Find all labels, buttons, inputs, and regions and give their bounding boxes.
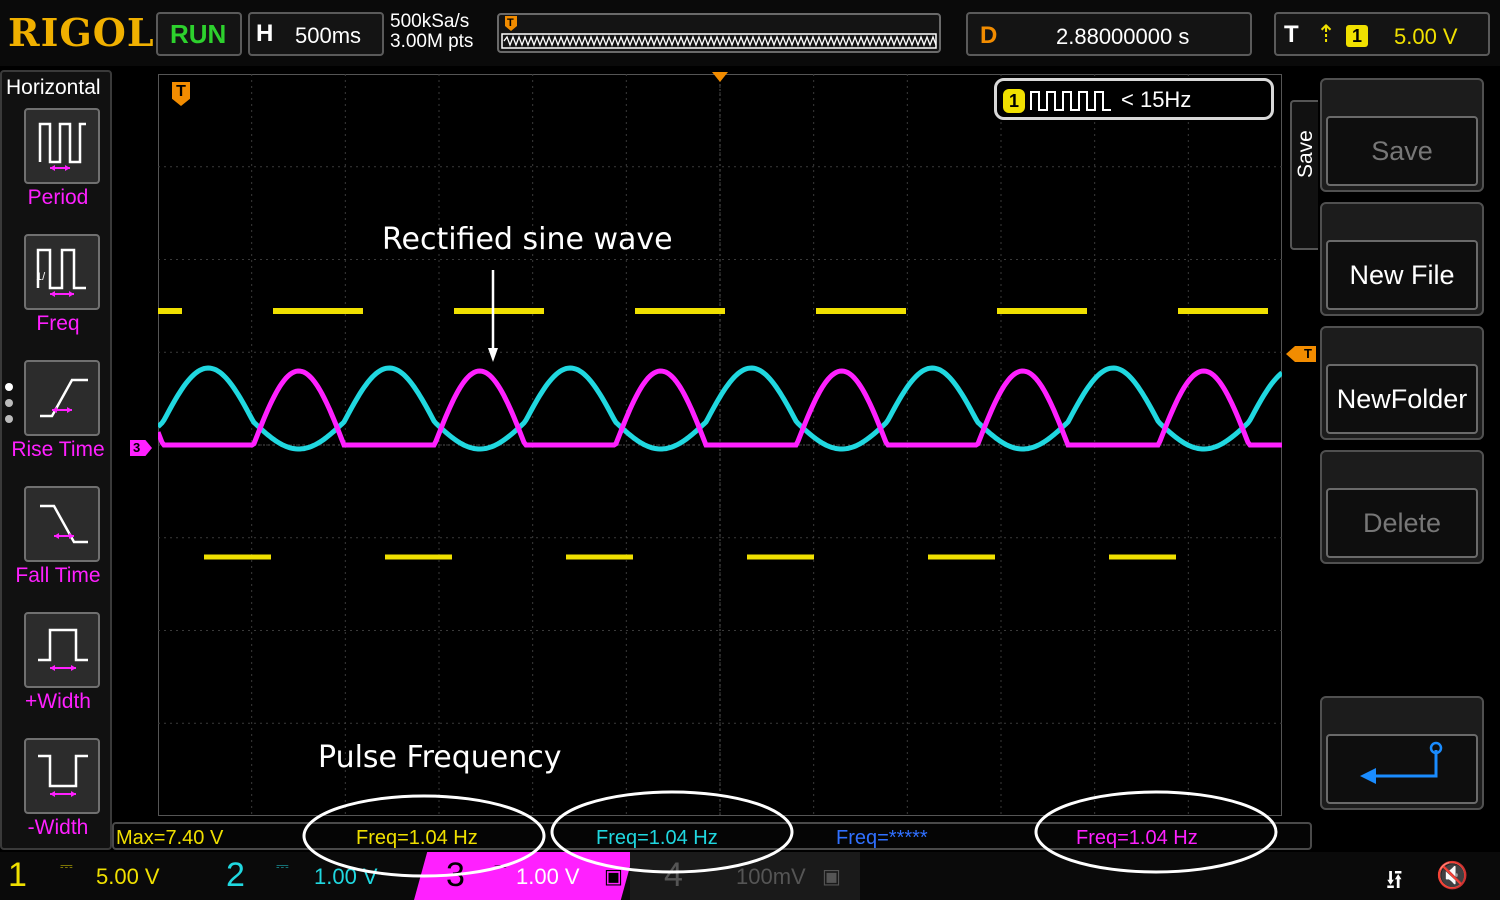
measure-freq[interactable]: 1/ Freq [2, 234, 114, 354]
ch3-label[interactable]: 3 [446, 856, 465, 895]
trigger-display[interactable]: T ⇡ 1 5.00 V [1274, 12, 1490, 56]
memory-overview: T [497, 13, 941, 53]
horizontal-timebase[interactable]: H 500ms [248, 12, 384, 56]
dc-coupling-icon: ⎓ [494, 858, 507, 875]
trigger-frequency-box: 1 < 15Hz [994, 78, 1274, 120]
measure-max-ch1: Max=7.40 V [116, 827, 224, 849]
memory-depth: 3.00M pts [390, 31, 474, 52]
acquisition-info: 500kSa/s 3.00M pts [390, 12, 473, 52]
bandwidth-limit-icon: ▣ [604, 866, 623, 888]
delay-display[interactable]: D 2.88000000 s [966, 12, 1252, 56]
trigger-channel-badge: 1 [1003, 89, 1025, 113]
ch1-label[interactable]: 1 [8, 856, 27, 895]
pulse-train-icon [1030, 91, 1111, 111]
measure-freq-ch2: Freq=1.04 Hz [596, 827, 718, 849]
measure-neg-width[interactable]: -Width [2, 738, 114, 858]
annotation-rectified-sine: Rectified sine wave [382, 222, 673, 257]
horizontal-measure-panel: Horizontal Period 1/ Freq Rise Time Fall… [0, 70, 112, 850]
back-button[interactable] [1320, 696, 1484, 810]
ch3-ground-marker[interactable]: 3 [130, 440, 152, 456]
measure-fall-time[interactable]: Fall Time [2, 486, 114, 606]
new-folder-button[interactable]: NewFolder [1320, 326, 1484, 440]
annotation-arrow [488, 270, 498, 362]
waveform-display[interactable] [158, 74, 1282, 816]
return-arrow-icon [1360, 741, 1443, 784]
panel-title: Horizontal [6, 76, 101, 99]
timebase-value: 500ms [295, 23, 362, 48]
trigger-level: 5.00 V [1394, 24, 1458, 49]
graticule [158, 74, 1282, 816]
ch1-scale[interactable]: 5.00 V [96, 864, 160, 890]
ch3-trace [158, 368, 1282, 448]
horizontal-label: H [256, 20, 274, 47]
measure-freq-ch3: Freq=1.04 Hz [1076, 827, 1198, 849]
svg-text:1/: 1/ [36, 271, 46, 283]
pos-width-icon [24, 612, 100, 688]
save-menu: Save Save New File NewFolder Delete [1290, 70, 1500, 850]
trigger-center-marker [712, 72, 728, 82]
period-icon [24, 108, 100, 184]
trigger-label: T [1284, 21, 1299, 48]
bandwidth-limit-icon: ▣ [822, 866, 841, 888]
delay-value: 2.88000000 s [1056, 24, 1190, 49]
ch3-scale[interactable]: 1.00 V [516, 864, 580, 890]
status-bar: RIGOL RUN H 500ms 500kSa/s 3.00M pts T D… [0, 0, 1500, 66]
speaker-muted-icon[interactable]: 🔇 [1436, 860, 1468, 891]
new-file-button[interactable]: New File [1320, 202, 1484, 316]
fall-time-icon [24, 486, 100, 562]
measure-rise-time[interactable]: Rise Time [2, 360, 114, 480]
delete-button[interactable]: Delete [1320, 450, 1484, 564]
rise-time-icon [24, 360, 100, 436]
delay-label: D [980, 22, 998, 49]
trigger-frequency-value: < 15Hz [1121, 87, 1192, 112]
brand-logo: RIGOL [8, 10, 155, 55]
run-status: RUN [170, 19, 227, 49]
freq-icon: 1/ [24, 234, 100, 310]
measure-freq-ch4: Freq=***** [836, 827, 928, 849]
measurement-bar: Max=7.40 V Freq=1.04 Hz Freq=1.04 Hz Fre… [112, 822, 1312, 850]
ch4-scale[interactable]: 100mV [736, 864, 806, 890]
dc-coupling-icon: ⎓ [276, 858, 289, 875]
svg-text:T: T [507, 17, 514, 29]
usb-icon: ⭿ [1386, 865, 1403, 895]
menu-tab-save[interactable]: Save [1290, 100, 1318, 250]
ch2-scale[interactable]: 1.00 V [314, 864, 378, 890]
run-stop-indicator[interactable]: RUN [156, 12, 242, 56]
trigger-source: 1 [1346, 25, 1368, 47]
channel-bar: 1 ⎓ 5.00 V 2 ⎓ 1.00 V 3 ⎓ 1.00 V ▣ 4 100… [0, 852, 1500, 900]
measure-pos-width[interactable]: +Width [2, 612, 114, 732]
sample-rate: 500kSa/s [390, 11, 470, 32]
annotation-pulse-frequency: Pulse Frequency [318, 740, 562, 775]
rising-edge-icon: ⇡ [1316, 21, 1337, 48]
ch4-label[interactable]: 4 [664, 856, 683, 895]
ch2-label[interactable]: 2 [226, 856, 245, 895]
neg-width-icon [24, 738, 100, 814]
dc-coupling-icon: ⎓ [60, 858, 73, 875]
measure-freq-ch1: Freq=1.04 Hz [356, 827, 478, 849]
measure-period[interactable]: Period [2, 108, 114, 228]
save-button[interactable]: Save [1320, 78, 1484, 192]
